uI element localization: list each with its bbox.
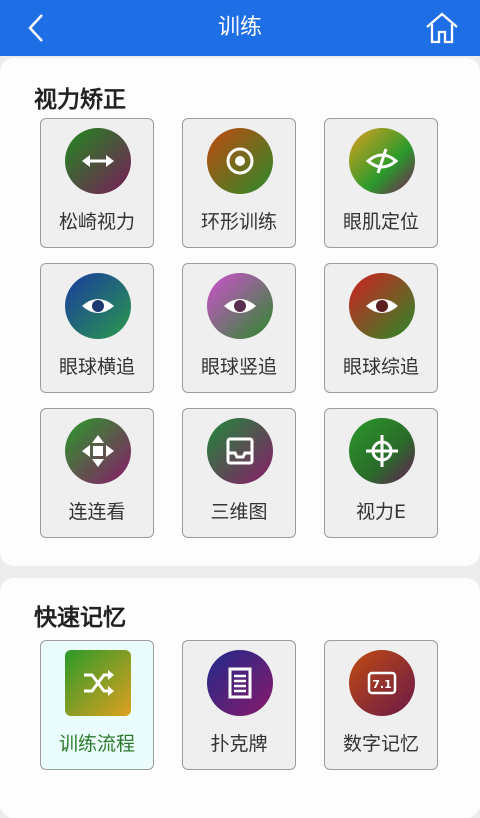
double-arrow-icon — [65, 128, 131, 194]
tile-label: 视力E — [355, 501, 406, 523]
tile-label: 数字记忆 — [342, 733, 419, 755]
target-ring-icon — [207, 128, 273, 194]
eye-icon — [349, 273, 415, 339]
tile-vision-e[interactable]: 视力E — [324, 408, 438, 538]
tile-poker[interactable]: 扑克牌 — [182, 640, 296, 770]
tile-eye-muscle-positioning[interactable]: 眼肌定位 — [324, 118, 438, 248]
tile-eye-vertical-tracking[interactable]: 眼球竖追 — [182, 263, 296, 393]
eye-slash-icon — [349, 128, 415, 194]
tile-ring-training[interactable]: 环形训练 — [182, 118, 296, 248]
tile-label: 环形训练 — [200, 211, 277, 233]
tile-label: 松崎视力 — [58, 211, 135, 233]
tile-eye-combined-tracking[interactable]: 眼球综追 — [324, 263, 438, 393]
shuffle-icon — [65, 650, 131, 716]
move-arrows-icon — [65, 418, 131, 484]
crosshair-icon — [349, 418, 415, 484]
tile-number-memory[interactable]: 7.1 数字记忆 — [324, 640, 438, 770]
tile-label: 眼球竖追 — [200, 356, 277, 378]
tile-label: 扑克牌 — [210, 733, 268, 755]
tile-label: 训练流程 — [58, 733, 135, 755]
tile-3d-image[interactable]: 三维图 — [182, 408, 296, 538]
tile-label: 连连看 — [68, 501, 126, 523]
number-card-icon: 7.1 — [349, 650, 415, 716]
section-title: 快速记忆 — [34, 605, 126, 631]
tile-songqi-vision[interactable]: 松崎视力 — [40, 118, 154, 248]
eye-icon — [207, 273, 273, 339]
tile-link-match[interactable]: 连连看 — [40, 408, 154, 538]
tile-label: 眼球综追 — [342, 356, 419, 378]
inbox-tray-icon — [207, 418, 273, 484]
tile-eye-horizontal-tracking[interactable]: 眼球横追 — [40, 263, 154, 393]
tile-label: 眼球横追 — [58, 356, 135, 378]
tile-label: 眼肌定位 — [342, 211, 419, 233]
section-quick-memory: 快速记忆 训练流程 扑克牌 7.1 数字记忆 — [0, 578, 480, 818]
section-title: 视力矫正 — [34, 87, 126, 113]
page-title: 训练 — [217, 15, 262, 40]
svg-text:7.1: 7.1 — [372, 678, 392, 691]
home-icon[interactable] — [424, 10, 460, 46]
tile-label: 三维图 — [210, 501, 268, 523]
tile-training-flow[interactable]: 训练流程 — [40, 640, 154, 770]
section-vision-correction: 视力矫正 松崎视力 环形训练 眼肌定位 眼球横追 眼球竖追 眼球综追 连连看 三… — [0, 58, 480, 566]
top-bar: 训练 — [0, 0, 480, 56]
list-document-icon — [207, 650, 273, 716]
eye-icon — [65, 273, 131, 339]
